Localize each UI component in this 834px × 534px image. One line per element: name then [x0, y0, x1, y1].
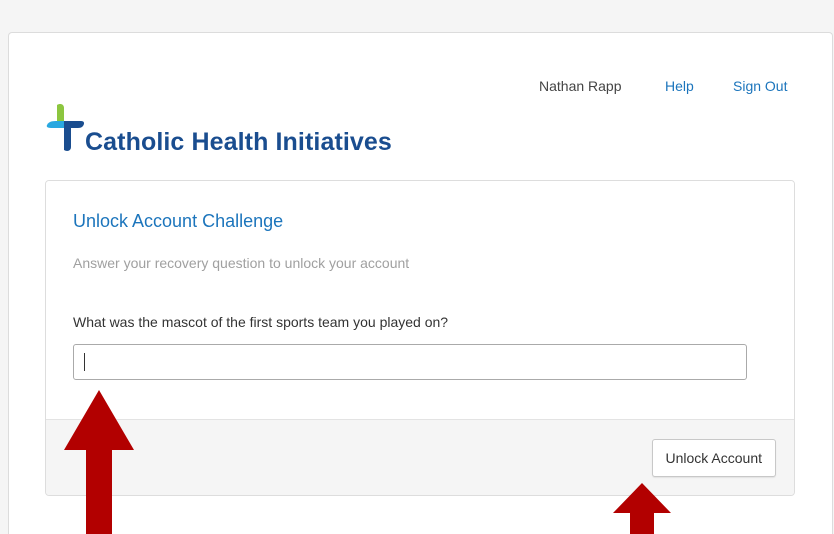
unlock-account-button[interactable]: Unlock Account [651, 439, 776, 477]
panel-body: Unlock Account Challenge Answer your rec… [46, 181, 794, 419]
user-name: Nathan Rapp [539, 78, 622, 94]
unlock-panel: Unlock Account Challenge Answer your rec… [45, 180, 795, 496]
panel-title: Unlock Account Challenge [73, 211, 284, 231]
answer-input[interactable] [73, 344, 747, 380]
red-arrow-up-icon [613, 483, 671, 534]
security-question-label: What was the mascot of the first sports … [73, 314, 449, 330]
text-cursor [84, 353, 85, 371]
help-link[interactable]: Help [665, 78, 694, 94]
chi-cross-logo-icon [46, 104, 85, 151]
top-nav: Nathan Rapp Help Sign Out [0, 78, 834, 98]
sign-out-link[interactable]: Sign Out [733, 78, 787, 94]
logo: Catholic Health Initiatives [45, 103, 465, 163]
panel-subtitle: Answer your recovery question to unlock … [73, 255, 410, 271]
red-arrow-up-icon [64, 390, 134, 534]
logo-text: Catholic Health Initiatives [85, 128, 392, 156]
panel-footer: Unlock Account [46, 419, 794, 495]
